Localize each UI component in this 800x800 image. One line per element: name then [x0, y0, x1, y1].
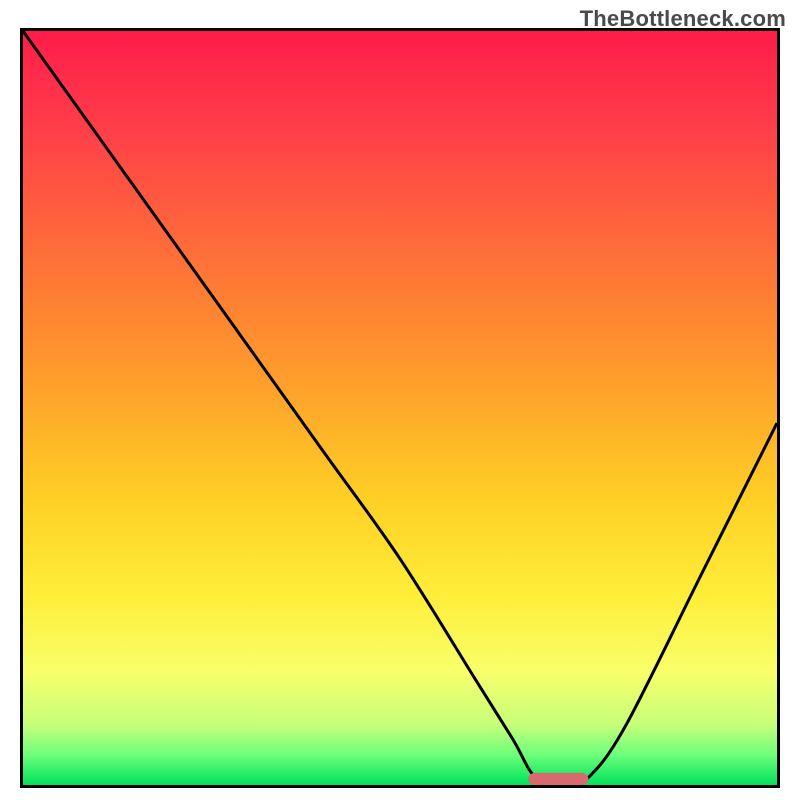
plot-area — [20, 28, 780, 788]
bottleneck-figure: TheBottleneck.com — [0, 0, 800, 800]
plot-overlay — [23, 31, 777, 785]
optimal-range-marker — [528, 773, 588, 785]
bottleneck-curve — [23, 31, 777, 785]
